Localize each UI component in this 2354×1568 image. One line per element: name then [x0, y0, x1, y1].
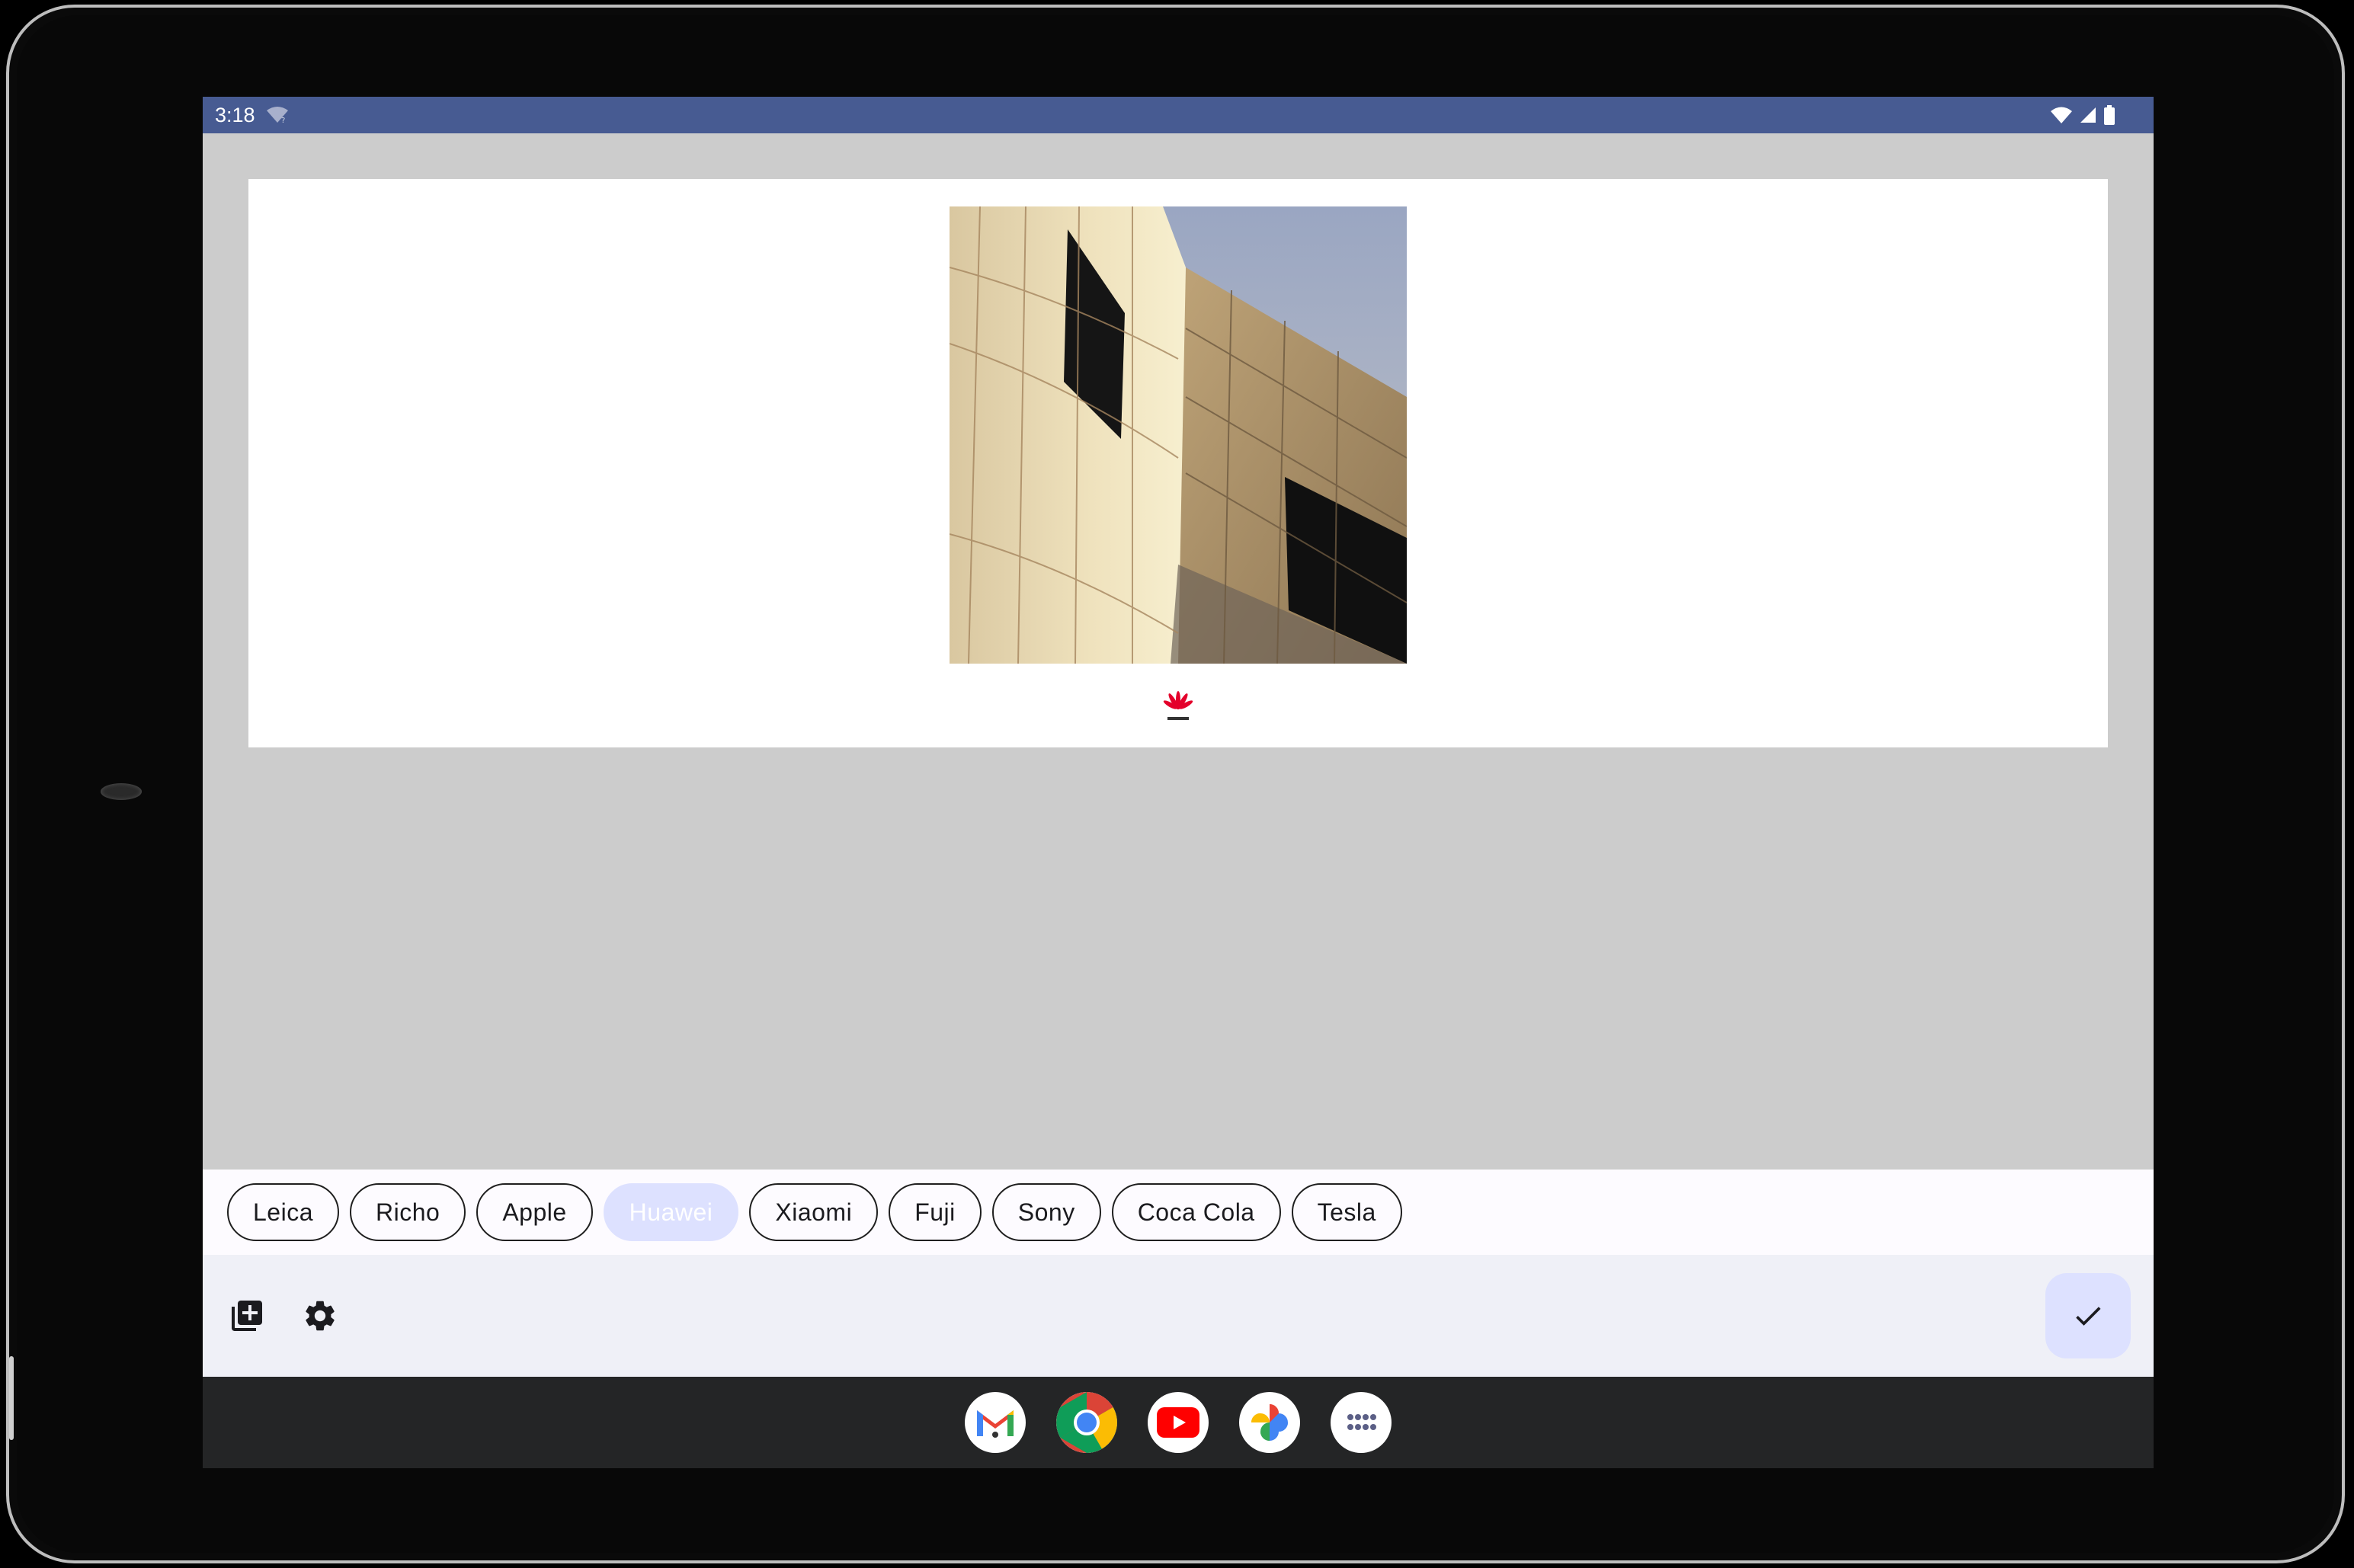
building-photo — [950, 206, 1407, 664]
screen: 3:18 ? Leica Richo Apple Huawei Xiaomi F… — [203, 97, 2154, 1468]
chip-coca-cola[interactable]: Coca Cola — [1111, 1183, 1281, 1241]
chip-apple[interactable]: Apple — [476, 1183, 593, 1241]
brand-chips-bar: Leica Richo Apple Huawei Xiaomi Fuji Son… — [203, 1170, 2154, 1255]
chip-leica[interactable]: Leica — [227, 1183, 339, 1241]
youtube-icon — [1157, 1407, 1199, 1438]
cellular-signal-icon — [2080, 107, 2096, 123]
gmail-icon — [977, 1410, 1014, 1438]
status-icons — [2050, 105, 2115, 125]
photo-preview[interactable] — [950, 206, 1407, 664]
wifi-icon — [2051, 107, 2072, 123]
app-drawer-icon — [1347, 1414, 1376, 1430]
wifi-question-icon: ? — [266, 107, 288, 124]
bottom-action-bar — [203, 1255, 2154, 1377]
gear-icon — [306, 1301, 335, 1331]
status-bar: 3:18 ? — [203, 97, 2154, 133]
youtube-app[interactable] — [1148, 1392, 1209, 1453]
chrome-app[interactable] — [1056, 1392, 1117, 1453]
huawei-logo-icon — [1163, 691, 1193, 720]
taskbar-dock — [203, 1377, 2154, 1468]
chip-xiaomi[interactable]: Xiaomi — [749, 1183, 879, 1241]
photos-icon — [1251, 1404, 1288, 1441]
gmail-app[interactable] — [965, 1392, 1026, 1453]
chip-richo[interactable]: Richo — [350, 1183, 466, 1241]
side-button — [9, 1356, 14, 1440]
settings-button[interactable] — [299, 1294, 341, 1337]
check-icon — [2076, 1307, 2101, 1326]
status-time: 3:18 — [215, 103, 255, 126]
photos-app[interactable] — [1239, 1392, 1300, 1453]
add-photo-button[interactable] — [226, 1294, 268, 1337]
chip-huawei[interactable]: Huawei — [603, 1183, 739, 1241]
battery-icon — [2104, 105, 2115, 125]
confirm-button[interactable] — [2045, 1273, 2131, 1358]
chip-sony[interactable]: Sony — [991, 1183, 1101, 1241]
chrome-icon — [1056, 1392, 1117, 1453]
app-drawer-button[interactable] — [1331, 1392, 1392, 1453]
preview-card — [248, 179, 2108, 747]
svg-text:?: ? — [281, 117, 285, 124]
chip-fuji[interactable]: Fuji — [889, 1183, 982, 1241]
front-camera — [101, 783, 142, 800]
chip-tesla[interactable]: Tesla — [1291, 1183, 1402, 1241]
add-photo-icon — [232, 1301, 262, 1331]
